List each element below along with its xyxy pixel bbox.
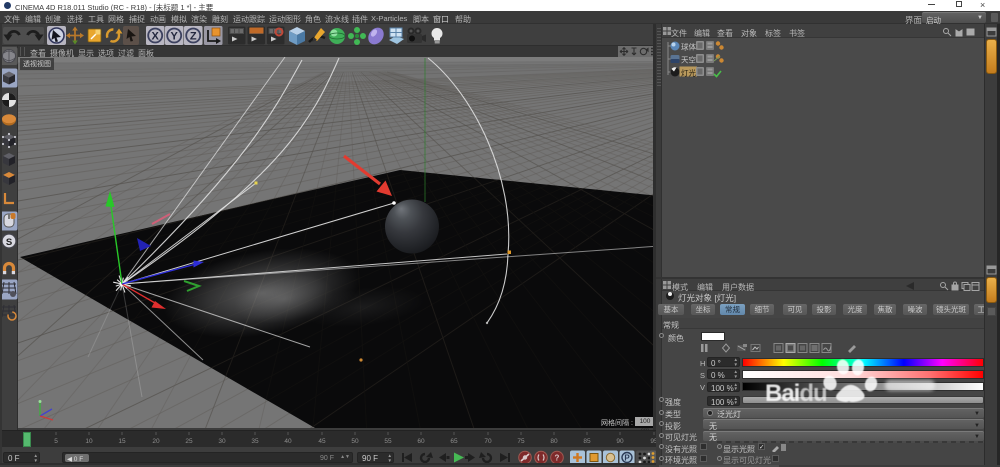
svg-text:95: 95 <box>650 438 656 445</box>
svg-text:65: 65 <box>450 438 458 445</box>
svg-text:60: 60 <box>417 438 425 445</box>
svg-text:S: S <box>6 237 12 248</box>
svg-text:球体: 球体 <box>681 42 696 52</box>
svg-text:35: 35 <box>251 438 259 445</box>
svg-text:天空: 天空 <box>681 55 696 65</box>
svg-text:50: 50 <box>351 438 359 445</box>
svg-text:55: 55 <box>384 438 392 445</box>
svg-text:45: 45 <box>318 438 326 445</box>
svg-text:20: 20 <box>152 438 160 445</box>
svg-text:15: 15 <box>118 438 126 445</box>
svg-text:?: ? <box>555 454 560 463</box>
svg-text:90: 90 <box>616 438 624 445</box>
svg-text:Y: Y <box>171 30 179 42</box>
svg-text:X: X <box>152 30 160 42</box>
svg-text:5: 5 <box>54 438 58 445</box>
svg-text:40: 40 <box>284 438 292 445</box>
svg-text:灯光: 灯光 <box>681 68 696 78</box>
svg-text:10: 10 <box>85 438 93 445</box>
svg-text:80: 80 <box>550 438 558 445</box>
svg-text:70: 70 <box>484 438 492 445</box>
svg-text:30: 30 <box>218 438 226 445</box>
svg-text:25: 25 <box>185 438 193 445</box>
svg-text:85: 85 <box>583 438 591 445</box>
svg-text:P: P <box>624 454 630 463</box>
svg-text:75: 75 <box>517 438 525 445</box>
svg-text:Z: Z <box>190 30 197 42</box>
